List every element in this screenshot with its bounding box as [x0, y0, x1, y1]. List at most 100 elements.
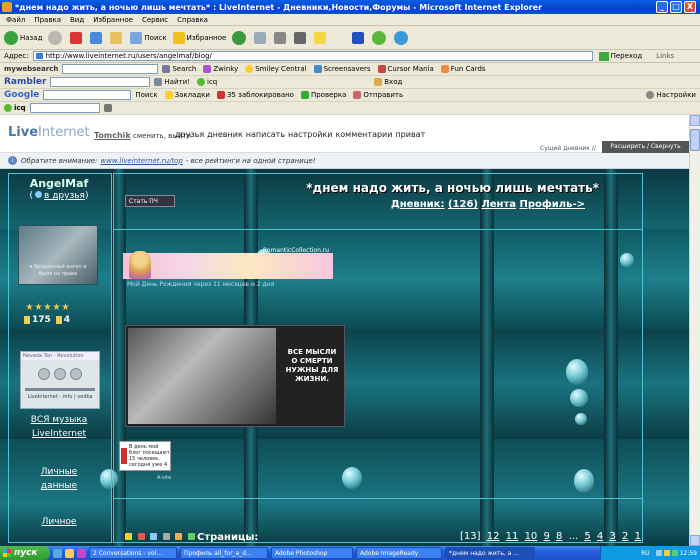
- liveinternet-logo[interactable]: LiveInternet: [8, 125, 90, 140]
- mail-button[interactable]: [254, 31, 268, 44]
- rambler-icq-button[interactable]: icq: [197, 78, 217, 86]
- link-icon[interactable]: [162, 533, 170, 540]
- fun-cards-button[interactable]: Fun Cards: [440, 65, 486, 73]
- icq-search-icon[interactable]: [103, 104, 112, 112]
- heart-icon[interactable]: [137, 533, 145, 540]
- google-bookmarks-button[interactable]: Закладки: [164, 91, 210, 99]
- task-ie-window[interactable]: *днем надо жить, а ...: [445, 547, 535, 559]
- stop-button[interactable]: [70, 31, 84, 44]
- rambler-input[interactable]: [50, 77, 151, 87]
- address-input[interactable]: http://www.liveinternet.ru/users/angelma…: [32, 51, 593, 61]
- page-link[interactable]: 4: [597, 531, 603, 542]
- author-name[interactable]: AngelMaf: [10, 177, 108, 190]
- mywebsearch-search-button[interactable]: Search: [162, 65, 196, 73]
- expand-collapse-button[interactable]: Расширить / Свернуть: [602, 141, 689, 153]
- icq-search-input[interactable]: [29, 103, 100, 113]
- spellcheck-button[interactable]: Проверка: [300, 91, 346, 99]
- page-link[interactable]: 3: [609, 531, 615, 542]
- nav-diary[interactable]: дневник: [207, 130, 243, 139]
- task-photoshop[interactable]: Adobe Photoshop: [271, 547, 353, 559]
- task-profile[interactable]: Профиль all_for_a_d...: [180, 547, 268, 559]
- blog-title[interactable]: *днем надо жить, а ночью лишь мечтать*: [306, 181, 599, 195]
- zwinky-button[interactable]: Zwinky: [203, 65, 238, 73]
- profile-link[interactable]: Профиль->: [519, 199, 585, 210]
- post-image[interactable]: ВСЕ МЫСЛИ О СМЕРТИ НУЖНЫ ДЛЯ ЖИЗНИ.: [125, 325, 345, 427]
- search-button[interactable]: Поиск: [130, 31, 167, 44]
- nav-friends[interactable]: друзья: [175, 130, 204, 139]
- rss-icon[interactable]: [175, 533, 183, 540]
- avatar[interactable]: в брошенный ангел и быля не права: [18, 225, 98, 285]
- personal-data-link[interactable]: Личные: [10, 467, 108, 477]
- feed-link[interactable]: Лента: [481, 199, 516, 210]
- mywebsearch-input[interactable]: [62, 64, 159, 74]
- quicklaunch-media-icon[interactable]: [77, 548, 86, 558]
- google-settings-button[interactable]: Настройки: [646, 91, 696, 99]
- tray-volume-icon[interactable]: [663, 550, 670, 556]
- next-icon[interactable]: [70, 368, 82, 380]
- page-link[interactable]: 5: [584, 531, 590, 542]
- scroll-thumb[interactable]: [690, 129, 700, 151]
- page-link[interactable]: 1: [635, 531, 641, 542]
- become-pch-button[interactable]: Стать ПЧ: [125, 195, 175, 207]
- music-player[interactable]: Nevada Tan - Revolution LiveInternet - m…: [20, 351, 100, 409]
- close-button[interactable]: X: [684, 1, 696, 13]
- add-friend-link[interactable]: (в друзья): [10, 191, 108, 201]
- menu-tools[interactable]: Сервис: [142, 16, 168, 24]
- start-button[interactable]: пуск: [0, 546, 50, 560]
- minimize-button[interactable]: _: [656, 1, 668, 13]
- history-button[interactable]: [232, 30, 248, 45]
- liveinternet-music-link[interactable]: LiveInternet: [10, 429, 108, 439]
- mail-icon[interactable]: [150, 533, 158, 540]
- icq-toolbar-button[interactable]: [372, 30, 388, 45]
- smiley-central-button[interactable]: Smiley Central: [245, 65, 307, 73]
- task-conversations[interactable]: 2 Conversations - vol...: [89, 547, 177, 559]
- bookmark-icon[interactable]: [187, 533, 195, 540]
- language-indicator[interactable]: RU: [641, 550, 650, 557]
- page-link[interactable]: 12: [487, 531, 500, 542]
- nav-settings[interactable]: настройки: [288, 130, 332, 139]
- user-link[interactable]: Tomchik: [94, 131, 131, 140]
- send-to-button[interactable]: Отправить: [353, 91, 403, 99]
- notice-link[interactable]: www.liveinternet.ru/top: [100, 157, 182, 165]
- screensavers-button[interactable]: Screensavers: [313, 65, 371, 73]
- favorites-button[interactable]: Избранное: [172, 31, 226, 44]
- page-link[interactable]: 2: [622, 531, 628, 542]
- nav-comments[interactable]: комментарии: [335, 130, 392, 139]
- cursor-mania-button[interactable]: Cursor Mania: [377, 65, 434, 73]
- birthday-banner[interactable]: [123, 251, 333, 279]
- messenger-button[interactable]: [394, 30, 410, 45]
- tray-icq-icon[interactable]: [671, 550, 678, 556]
- go-button[interactable]: Переход: [598, 51, 642, 61]
- diary-count[interactable]: (126): [448, 199, 478, 210]
- maximize-button[interactable]: □: [670, 1, 682, 13]
- menu-favorites[interactable]: Избранное: [93, 16, 133, 24]
- home-button[interactable]: [110, 31, 124, 44]
- google-search-button[interactable]: Поиск: [135, 91, 157, 99]
- menu-help[interactable]: Справка: [177, 16, 208, 24]
- personal-link[interactable]: Личное: [10, 517, 108, 527]
- popup-blocker-button[interactable]: 35 заблокировано: [216, 91, 294, 99]
- google-search-input[interactable]: [43, 90, 132, 100]
- nav-write[interactable]: написать: [246, 130, 285, 139]
- nav-private[interactable]: приват: [395, 130, 425, 139]
- links-button[interactable]: Links: [656, 52, 674, 60]
- play-icon[interactable]: [54, 368, 66, 380]
- personal-data-link-2[interactable]: данные: [10, 481, 108, 491]
- menu-file[interactable]: Файл: [6, 16, 25, 24]
- edit-button[interactable]: [294, 31, 308, 44]
- quicklaunch-desktop-icon[interactable]: [65, 548, 74, 558]
- menu-view[interactable]: Вид: [70, 16, 84, 24]
- scroll-up-arrow[interactable]: [690, 115, 700, 126]
- page-link[interactable]: 8: [556, 531, 562, 542]
- rambler-find-button[interactable]: Найти!: [154, 78, 190, 86]
- page-link[interactable]: 10: [525, 531, 538, 542]
- forward-button[interactable]: [48, 30, 64, 45]
- prev-icon[interactable]: [38, 368, 50, 380]
- page-scrollbar[interactable]: [689, 115, 700, 546]
- rambler-login-button[interactable]: Вход: [374, 78, 402, 86]
- tray-network-icon[interactable]: [655, 550, 662, 556]
- refresh-button[interactable]: [90, 31, 104, 44]
- print-button[interactable]: [274, 31, 288, 44]
- scroll-down-arrow[interactable]: [690, 535, 700, 546]
- bluetooth-button[interactable]: [352, 31, 366, 44]
